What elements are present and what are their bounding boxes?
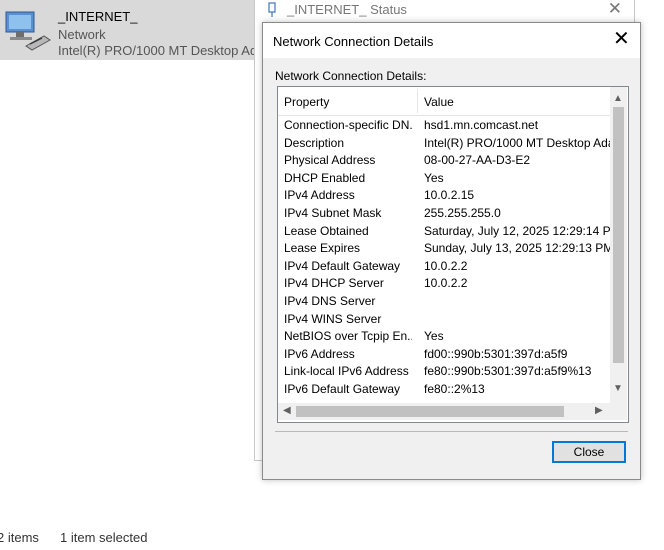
property-cell: IPv4 Default Gateway xyxy=(284,258,401,273)
list-item[interactable]: Description Intel(R) PRO/1000 MT Desktop … xyxy=(278,134,610,152)
property-cell: Link-local IPv6 Address xyxy=(284,364,409,379)
close-button[interactable]: Close xyxy=(552,441,626,463)
network-adapter-item[interactable]: _INTERNET_ Network Intel(R) PRO/1000 MT … xyxy=(0,0,256,60)
value-cell: Intel(R) PRO/1000 MT Desktop Adap xyxy=(424,135,610,150)
network-adapter-icon xyxy=(5,11,51,51)
property-cell: DHCP Enabled xyxy=(284,170,366,185)
list-item[interactable]: IPv4 Default Gateway 10.0.2.2 xyxy=(278,257,610,275)
scroll-left-icon[interactable]: ◀ xyxy=(283,405,291,416)
details-listview[interactable]: Property Value Connection-specific DN...… xyxy=(277,86,629,423)
close-icon[interactable]: ✕ xyxy=(613,29,630,49)
property-cell: Physical Address xyxy=(284,153,376,168)
value-cell: Yes xyxy=(424,329,444,344)
scroll-right-icon[interactable]: ▶ xyxy=(595,405,603,416)
property-cell: Lease Expires xyxy=(284,241,361,256)
property-cell: Description xyxy=(284,135,345,150)
value-cell: Sunday, July 13, 2025 12:29:13 PM xyxy=(424,241,610,256)
vertical-scrollbar[interactable]: ▲ ▼ xyxy=(610,87,627,403)
value-cell: hsd1.mn.comcast.net xyxy=(424,118,539,132)
item-count: 2 items xyxy=(0,530,39,545)
value-cell: Saturday, July 12, 2025 12:29:14 PM xyxy=(424,223,610,238)
property-cell: NetBIOS over Tcpip En... xyxy=(284,329,412,344)
value-cell: 255.255.255.0 xyxy=(424,205,501,220)
list-item[interactable]: IPv4 Address 10.0.2.15 xyxy=(278,186,610,204)
adapter-name: _INTERNET_ xyxy=(58,9,138,24)
list-item[interactable]: IPv4 DHCP Server 10.0.2.2 xyxy=(278,274,610,292)
list-item[interactable]: IPv4 WINS Server xyxy=(278,310,610,328)
property-cell: IPv6 Address xyxy=(284,346,355,361)
list-item[interactable]: IPv4 DNS Server xyxy=(278,292,610,310)
value-cell: fe80::990b:5301:397d:a5f9%13 xyxy=(424,364,592,379)
property-cell: IPv4 WINS Server xyxy=(284,311,382,326)
list-item[interactable]: Physical Address 08-00-27-AA-D3-E2 xyxy=(278,151,610,169)
adapter-type: Network xyxy=(58,27,106,42)
details-group-label: Network Connection Details: xyxy=(275,69,427,83)
value-cell: 08-00-27-AA-D3-E2 xyxy=(424,153,531,168)
list-item[interactable]: IPv6 Address fd00::990b:5301:397d:a5f9 xyxy=(278,345,610,363)
list-item[interactable]: NetBIOS over Tcpip En... Yes xyxy=(278,327,610,345)
value-cell: 10.0.2.2 xyxy=(424,258,468,273)
dialog-title: Network Connection Details xyxy=(273,34,434,49)
property-cell: IPv4 Address xyxy=(284,188,355,203)
adapter-description: Intel(R) PRO/1000 MT Desktop Ad... xyxy=(58,43,254,58)
listview-header: Property Value xyxy=(278,87,610,116)
status-close-icon[interactable]: ✕ xyxy=(608,0,622,19)
dialog-titlebar[interactable]: Network Connection Details ✕ xyxy=(263,23,640,58)
list-item[interactable]: Link-local IPv6 Address fe80::990b:5301:3… xyxy=(278,362,610,380)
list-item[interactable]: Lease Obtained Saturday, July 12, 2025 12… xyxy=(278,222,610,240)
status-window-title: _INTERNET_ Status xyxy=(287,2,407,17)
column-divider[interactable] xyxy=(417,89,418,113)
vertical-scroll-thumb[interactable] xyxy=(613,107,624,363)
scrollbar-corner xyxy=(610,403,627,420)
list-item[interactable]: Connection-specific DN... hsd1.mn.comcast… xyxy=(278,116,610,134)
property-cell: IPv4 DHCP Server xyxy=(284,276,384,291)
list-item[interactable]: Lease Expires Sunday, July 13, 2025 12:29… xyxy=(278,239,610,257)
dialog-divider xyxy=(275,431,628,432)
selection-count: 1 item selected xyxy=(60,530,148,545)
horizontal-scrollbar[interactable]: ◀ ▶ xyxy=(278,403,610,420)
list-item[interactable]: IPv4 Subnet Mask 255.255.255.0 xyxy=(278,204,610,222)
property-cell: IPv4 Subnet Mask xyxy=(284,205,382,220)
value-cell: fd00::990b:5301:397d:a5f9 xyxy=(424,346,568,361)
scroll-up-icon[interactable]: ▲ xyxy=(613,93,623,104)
network-connection-details-dialog: Network Connection Details ✕ Network Con… xyxy=(262,22,641,480)
list-item[interactable]: IPv6 Default Gateway fe80::2%13 xyxy=(278,380,610,397)
value-cell: 10.0.2.15 xyxy=(424,188,475,203)
property-cell: IPv6 Default Gateway xyxy=(284,381,401,396)
horizontal-scroll-thumb[interactable] xyxy=(296,406,564,417)
column-header-value[interactable]: Value xyxy=(424,95,454,109)
network-status-icon xyxy=(268,2,276,17)
value-cell: 10.0.2.2 xyxy=(424,276,468,291)
list-item[interactable]: DHCP Enabled Yes xyxy=(278,169,610,187)
value-cell: Yes xyxy=(424,170,444,185)
value-cell: fe80::2%13 xyxy=(424,381,485,396)
column-header-property[interactable]: Property xyxy=(284,95,329,109)
property-cell: Lease Obtained xyxy=(284,223,369,238)
listview-rows: Connection-specific DN... hsd1.mn.comcast… xyxy=(278,116,610,397)
property-cell: Connection-specific DN... xyxy=(284,118,412,132)
scroll-down-icon[interactable]: ▼ xyxy=(613,383,623,394)
property-cell: IPv4 DNS Server xyxy=(284,293,376,308)
